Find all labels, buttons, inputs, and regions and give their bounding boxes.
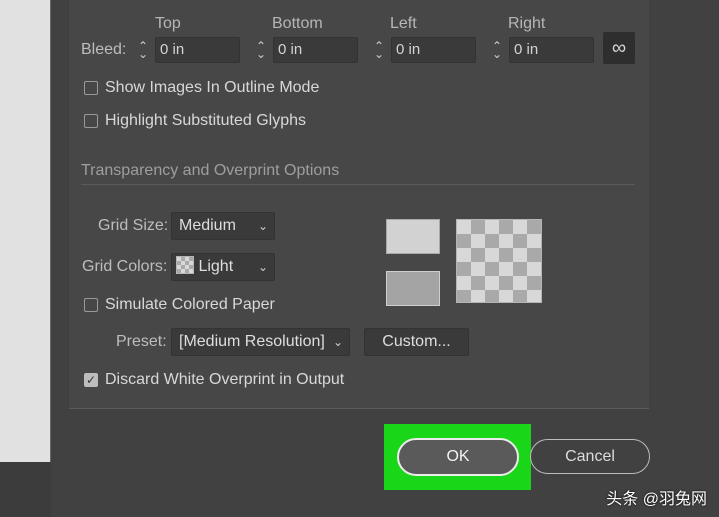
chevron-down-icon: ⌄ [332,335,343,349]
bleed-left-stepper[interactable]: ⌃ ⌄ [368,36,390,64]
bleed-right-field[interactable]: 0 in [509,37,594,63]
show-images-outline-checkbox[interactable] [84,81,98,95]
bleed-top-header: Top [155,15,181,32]
transparency-section-title: Transparency and Overprint Options [81,162,340,179]
bleed-left-header: Left [390,15,417,32]
preset-dropdown[interactable]: [Medium Resolution] ⌄ [171,328,350,356]
bleed-top-field[interactable]: 0 in [155,37,240,63]
bleed-right-header: Right [508,15,546,32]
grid-colors-value: Light [198,258,234,275]
watermark-text: 头条 @羽兔网 [606,491,707,508]
bleed-bottom-stepper[interactable]: ⌃ ⌄ [250,36,272,64]
discard-overprint-label: Discard White Overprint in Output [105,371,345,388]
bleed-top-stepper[interactable]: ⌃ ⌄ [132,36,154,64]
discard-overprint-checkbox[interactable]: ✓ [84,373,98,387]
link-bleed-icon[interactable]: ∞ [603,32,635,64]
section-divider [81,184,635,185]
chevron-down-icon: ⌄ [257,219,268,233]
preset-value: [Medium Resolution] [179,333,325,350]
simulate-paper-checkbox[interactable] [84,298,98,312]
bleed-bottom-field[interactable]: 0 in [273,37,358,63]
grid-colors-dropdown[interactable]: Light ⌄ [171,253,275,281]
bleed-label: Bleed: [81,41,127,58]
grid-colors-label: Grid Colors: [82,258,168,275]
grid-size-dropdown[interactable]: Medium ⌄ [171,212,275,240]
highlight-glyphs-checkbox[interactable] [84,114,98,128]
simulate-paper-label: Simulate Colored Paper [105,296,275,313]
show-images-outline-label: Show Images In Outline Mode [105,79,320,96]
bleed-left-field[interactable]: 0 in [391,37,476,63]
highlight-glyphs-label: Highlight Substituted Glyphs [105,112,306,129]
grid-color-swatch-dark[interactable] [386,271,440,306]
chevron-down-icon: ⌄ [257,260,268,274]
preset-label: Preset: [116,333,167,350]
custom-button[interactable]: Custom... [364,328,469,356]
bleed-right-stepper[interactable]: ⌃ ⌄ [486,36,508,64]
ok-button[interactable]: OK [397,438,519,476]
transparency-grid-preview [456,219,542,303]
checker-swatch-icon [176,256,194,274]
grid-size-label: Grid Size: [98,217,169,234]
cancel-button[interactable]: Cancel [530,439,650,474]
grid-color-swatch-light[interactable] [386,219,440,254]
bleed-bottom-header: Bottom [272,15,323,32]
artboard-background [0,0,50,462]
grid-size-value: Medium [179,217,236,234]
